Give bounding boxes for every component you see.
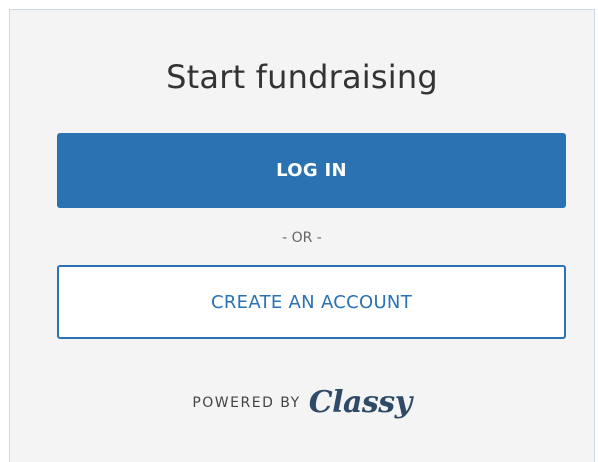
create-account-button[interactable]: CREATE AN ACCOUNT — [57, 265, 566, 339]
login-button[interactable]: LOG IN — [57, 133, 566, 208]
powered-by-label: POWERED BY — [192, 394, 301, 411]
classy-logo: Classy — [308, 385, 412, 420]
or-separator: - OR - — [282, 230, 322, 246]
page-title: Start fundraising — [166, 58, 438, 96]
powered-by: POWERED BY Classy — [10, 385, 594, 420]
fundraising-panel: Start fundraising LOG IN - OR - CREATE A… — [9, 9, 595, 462]
